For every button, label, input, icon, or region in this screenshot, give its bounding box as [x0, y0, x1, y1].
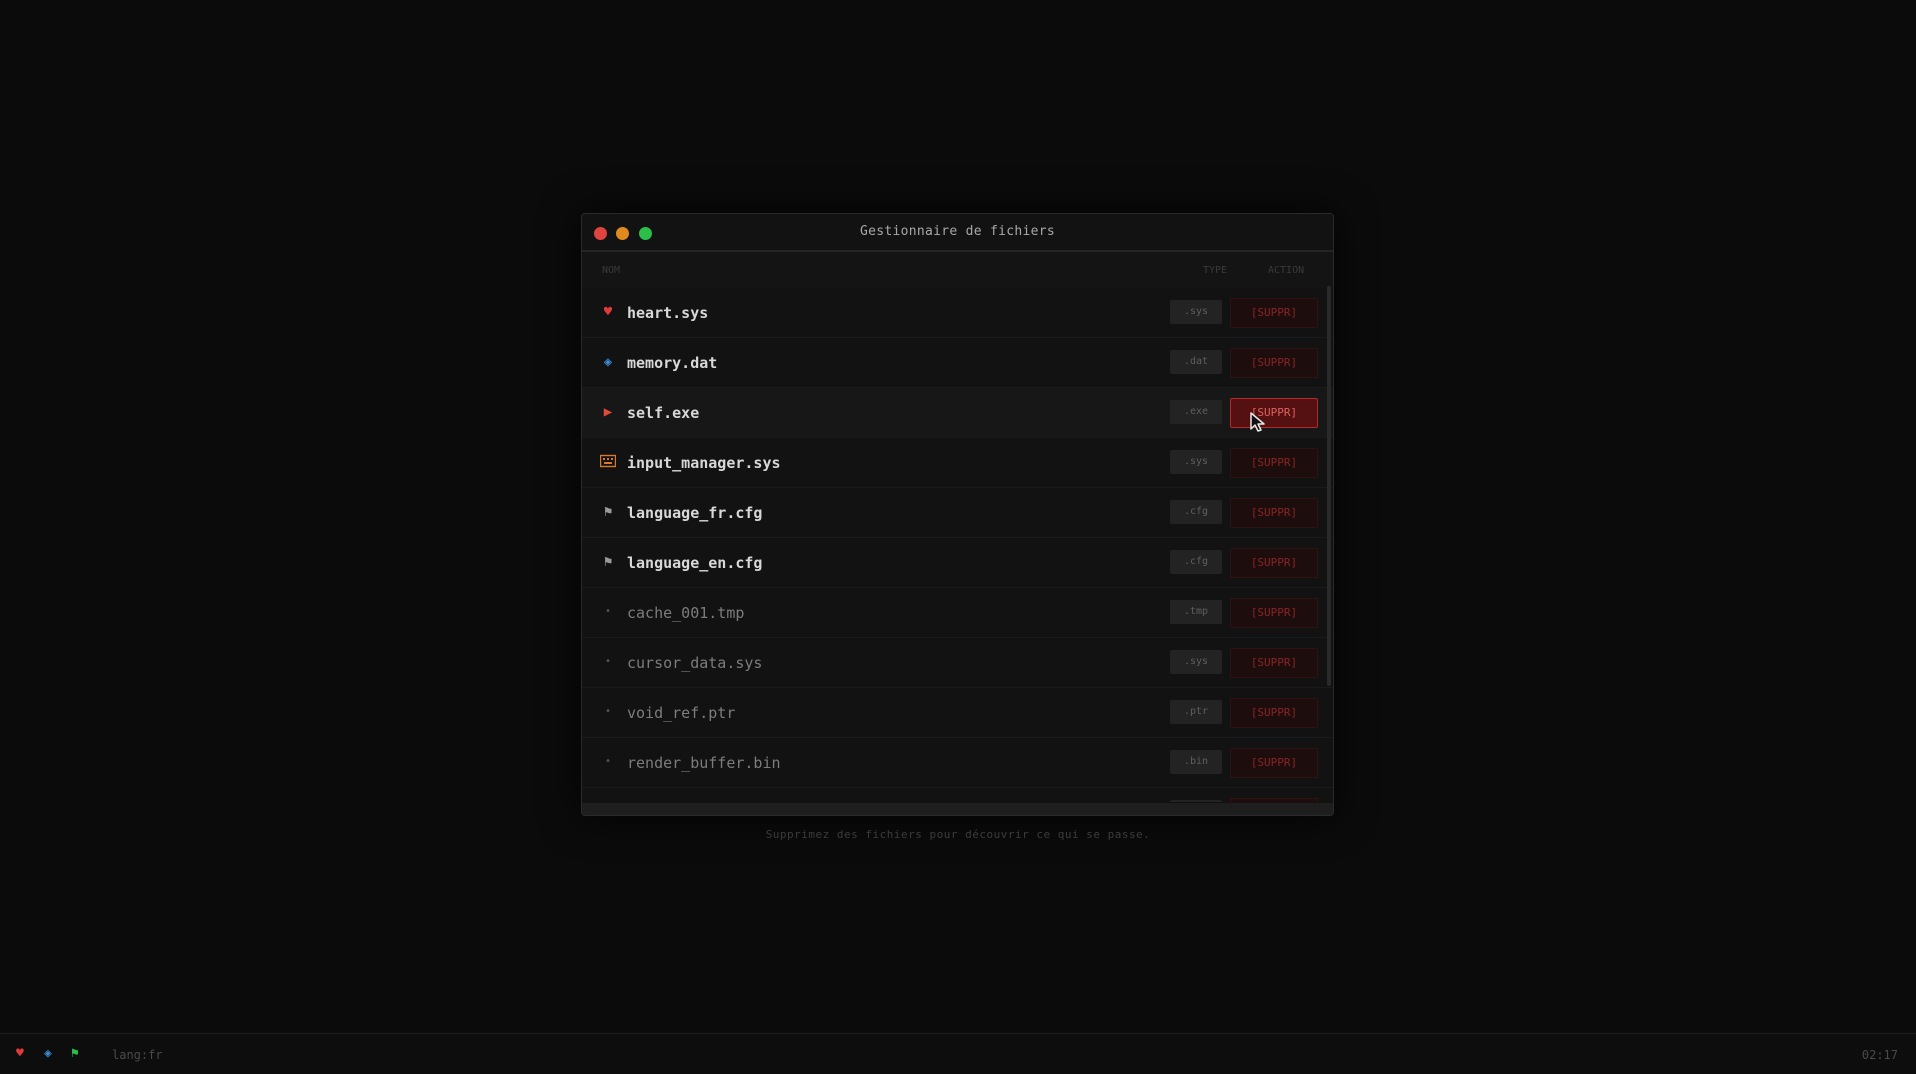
file-row[interactable]: • void_ref.ptr .ptr [SUPPR]	[582, 688, 1333, 738]
keyboard-icon	[599, 454, 617, 470]
file-name: self.exe	[627, 404, 700, 422]
file-row[interactable]: ⚑ language_en.cfg .cfg [SUPPR]	[582, 538, 1333, 588]
file-type-badge: .ptr	[1170, 700, 1222, 724]
file-name: language_en.cfg	[627, 554, 763, 572]
dot-icon: •	[604, 756, 612, 767]
file-row[interactable]: ◈ memory.dat .dat [SUPPR]	[582, 338, 1333, 388]
play-icon: ▶	[603, 404, 613, 420]
file-type-badge: .sys	[1170, 450, 1222, 474]
file-type-badge: .cfg	[1170, 500, 1222, 524]
column-type: TYPE	[1203, 265, 1228, 276]
file-manager-window: Gestionnaire de fichiers NOM TYPE ACTION…	[581, 213, 1334, 816]
column-name: NOM	[602, 265, 621, 276]
dot-icon: •	[604, 706, 612, 717]
file-name: input_manager.sys	[627, 454, 781, 472]
file-type-badge: .bin	[1170, 750, 1222, 774]
language-indicator: lang:fr	[112, 1048, 163, 1062]
column-action: ACTION	[1268, 265, 1305, 276]
file-name: render_buffer.bin	[627, 754, 781, 772]
flag-icon[interactable]: ⚑	[71, 1047, 79, 1061]
flag-icon: ⚑	[603, 554, 613, 570]
file-name: heart.sys	[627, 304, 709, 322]
file-type-badge: .sys	[1170, 300, 1222, 324]
delete-button[interactable]: [SUPPR]	[1230, 548, 1318, 578]
delete-button[interactable]: [SUPPR]	[1230, 498, 1318, 528]
title-bar[interactable]: Gestionnaire de fichiers	[582, 214, 1333, 252]
file-list[interactable]: ♥ heart.sys .sys [SUPPR] ◈ memory.dat .d…	[582, 288, 1333, 802]
file-row[interactable]: ⚑ language_fr.cfg .cfg [SUPPR]	[582, 488, 1333, 538]
delete-button[interactable]: [SUPPR]	[1230, 348, 1318, 378]
file-name: void_ref.ptr	[627, 704, 736, 722]
file-row[interactable]: • render_buffer.bin .bin [SUPPR]	[582, 738, 1333, 788]
delete-button[interactable]: [SUPPR]	[1230, 648, 1318, 678]
scrollbar[interactable]	[1327, 286, 1331, 686]
dot-icon: •	[604, 656, 612, 667]
file-type-badge	[1170, 800, 1222, 802]
delete-button[interactable]: [SUPPR]	[1230, 298, 1318, 328]
file-name: memory.dat	[627, 354, 718, 372]
delete-button[interactable]	[1230, 798, 1318, 802]
file-row-partial[interactable]	[582, 788, 1333, 802]
window-bottom-bar	[582, 803, 1333, 815]
flag-icon: ⚑	[603, 504, 613, 520]
file-row[interactable]: • cache_001.tmp .tmp [SUPPR]	[582, 588, 1333, 638]
diamond-icon[interactable]: ◈	[44, 1047, 52, 1061]
file-type-badge: .sys	[1170, 650, 1222, 674]
file-name: cache_001.tmp	[627, 604, 745, 622]
file-type-badge: .exe	[1170, 400, 1222, 424]
mouse-cursor-icon	[1250, 412, 1265, 432]
file-row[interactable]: • cursor_data.sys .sys [SUPPR]	[582, 638, 1333, 688]
dot-icon: •	[604, 606, 612, 617]
window-title: Gestionnaire de fichiers	[859, 224, 1056, 239]
file-row[interactable]: ♥ heart.sys .sys [SUPPR]	[582, 288, 1333, 338]
file-type-badge: .tmp	[1170, 600, 1222, 624]
file-name: language_fr.cfg	[627, 504, 763, 522]
clock: 02:17	[1861, 1048, 1898, 1062]
file-type-badge: .cfg	[1170, 550, 1222, 574]
taskbar: ♥ ◈ ⚑ lang:fr 02:17	[0, 1033, 1916, 1074]
delete-button[interactable]: [SUPPR]	[1230, 598, 1318, 628]
diamond-icon: ◈	[603, 354, 613, 370]
hint-text: Supprimez des fichiers pour découvrir ce…	[765, 828, 1151, 841]
heart-icon[interactable]: ♥	[16, 1047, 24, 1061]
delete-button[interactable]: [SUPPR]	[1230, 398, 1318, 428]
delete-button[interactable]: [SUPPR]	[1230, 448, 1318, 478]
file-row[interactable]: ▶ self.exe .exe [SUPPR]	[582, 388, 1333, 438]
column-header: NOM TYPE ACTION	[582, 252, 1333, 288]
heart-icon: ♥	[603, 304, 613, 320]
file-type-badge: .dat	[1170, 350, 1222, 374]
file-row[interactable]: input_manager.sys .sys [SUPPR]	[582, 438, 1333, 488]
delete-button[interactable]: [SUPPR]	[1230, 748, 1318, 778]
delete-button[interactable]: [SUPPR]	[1230, 698, 1318, 728]
file-name: cursor_data.sys	[627, 654, 763, 672]
